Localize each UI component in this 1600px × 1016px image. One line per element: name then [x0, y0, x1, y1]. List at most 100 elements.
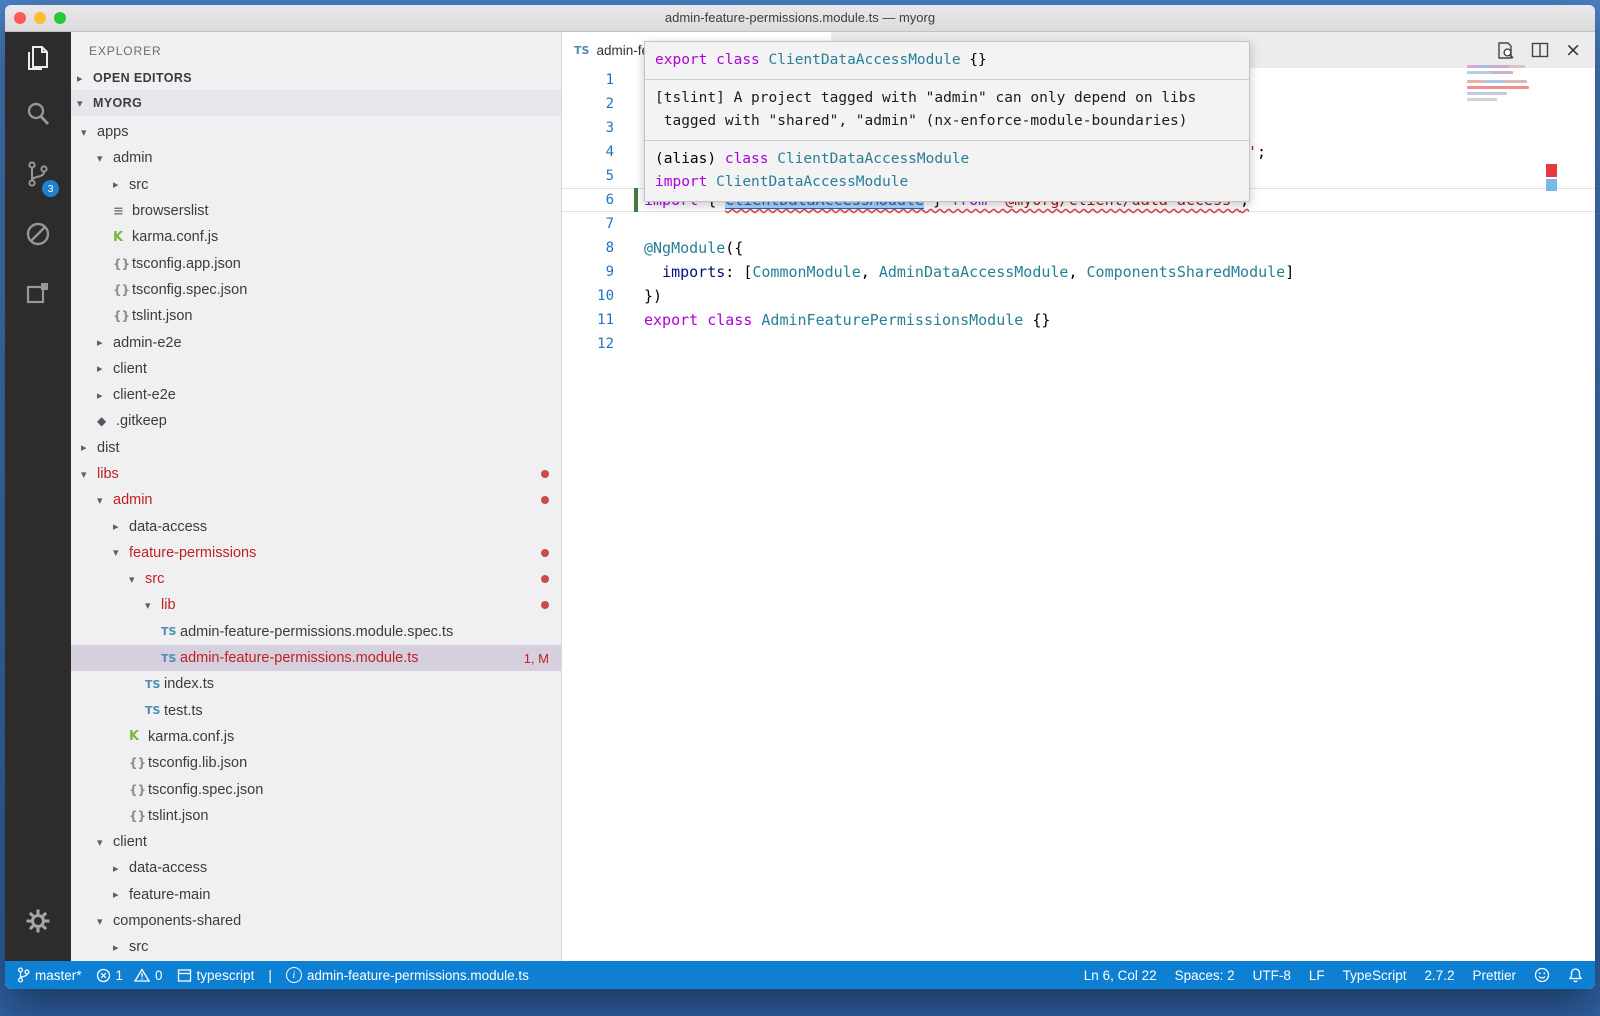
notifications-bell-icon[interactable]	[1568, 967, 1583, 983]
language-mode[interactable]: TypeScript	[1343, 968, 1407, 983]
code-token: })	[644, 287, 662, 305]
modified-dot-badge	[541, 575, 549, 583]
line-number: 6	[562, 188, 614, 212]
open-editors-section[interactable]: ▸ OPEN EDITORS	[71, 66, 561, 90]
close-window-button[interactable]	[14, 12, 26, 24]
tree-file-tslint.json[interactable]: {}tslint.json	[71, 803, 561, 829]
typescript-version[interactable]: 2.7.2	[1424, 968, 1454, 983]
zoom-window-button[interactable]	[54, 12, 66, 24]
tree-folder-admin[interactable]: ▾admin	[71, 487, 561, 513]
tree-file-admin-feature-permissions.module.spec.ts[interactable]: TSadmin-feature-permissions.module.spec.…	[71, 619, 561, 645]
json-file-icon: {}	[129, 756, 148, 770]
encoding-setting[interactable]: UTF-8	[1253, 968, 1291, 983]
chevron-right-icon: ▸	[81, 441, 97, 454]
modified-dot-badge	[541, 496, 549, 504]
error-icon	[96, 968, 111, 983]
tree-folder-feature-permissions[interactable]: ▾feature-permissions	[71, 540, 561, 566]
tree-folder-admin[interactable]: ▾admin	[71, 145, 561, 171]
search-icon[interactable]	[5, 84, 71, 144]
warning-count: 0	[155, 968, 163, 983]
close-editor-icon[interactable]: ×	[1565, 41, 1581, 60]
tree-folder-feature-main[interactable]: ▸feature-main	[71, 882, 561, 908]
ts-file-icon: TS	[161, 652, 180, 665]
code-token: export	[655, 52, 707, 68]
code-line-7[interactable]: 7	[562, 212, 1595, 236]
code-line-10[interactable]: 10})	[562, 284, 1595, 308]
indentation-setting[interactable]: Spaces: 2	[1175, 968, 1235, 983]
tree-folder-src[interactable]: ▸src	[71, 934, 561, 960]
tree-folder-libs[interactable]: ▾libs	[71, 461, 561, 487]
settings-gear-icon[interactable]	[5, 891, 71, 951]
eol-setting[interactable]: LF	[1309, 968, 1325, 983]
minimap[interactable]	[1467, 65, 1533, 104]
ts-file-icon: TS	[145, 704, 164, 717]
code-token: ,	[861, 263, 879, 281]
tree-file-browserslist[interactable]: ≡browserslist	[71, 198, 561, 224]
task-status-item[interactable]: typescript	[177, 968, 255, 983]
tree-file-index.ts[interactable]: TSindex.ts	[71, 671, 561, 697]
tree-item-label: data-access	[129, 519, 207, 535]
tree-folder-data-access[interactable]: ▸data-access	[71, 513, 561, 539]
chevron-right-icon: ▸	[113, 178, 129, 191]
tree-folder-src[interactable]: ▾src	[71, 566, 561, 592]
tree-folder-lib[interactable]: ▾lib	[71, 592, 561, 618]
problems-item[interactable]: 1 0	[96, 968, 163, 983]
tree-folder-apps[interactable]: ▾apps	[71, 119, 561, 145]
open-changes-icon[interactable]	[1496, 41, 1515, 60]
chevron-right-icon: ▸	[97, 389, 113, 402]
code-token: class	[725, 151, 769, 167]
tree-folder-admin-e2e[interactable]: ▸admin-e2e	[71, 329, 561, 355]
extensions-icon[interactable]	[5, 264, 71, 324]
tree-folder-client-e2e[interactable]: ▸client-e2e	[71, 382, 561, 408]
cursor-position[interactable]: Ln 6, Col 22	[1084, 968, 1157, 983]
tree-file-tsconfig.spec.json[interactable]: {}tsconfig.spec.json	[71, 776, 561, 802]
tree-file-tsconfig.app.json[interactable]: {}tsconfig.app.json	[71, 250, 561, 276]
line-number: 1	[562, 68, 614, 92]
code-token: ClientDataAccessModule	[777, 151, 969, 167]
tree-folder-client[interactable]: ▾client	[71, 829, 561, 855]
git-branch-item[interactable]: master*	[17, 967, 82, 983]
minimize-window-button[interactable]	[34, 12, 46, 24]
code-line-12[interactable]: 12	[562, 332, 1595, 356]
explorer-icon[interactable]	[5, 32, 71, 84]
chevron-down-icon: ▾	[145, 599, 161, 612]
tree-file-admin-feature-permissions.module.ts[interactable]: TSadmin-feature-permissions.module.ts1, …	[71, 645, 561, 671]
chevron-down-icon: ▾	[81, 126, 97, 139]
code-line-8[interactable]: 8 @NgModule({	[562, 236, 1595, 260]
split-editor-icon[interactable]	[1531, 41, 1549, 59]
hover-code-section: export class ClientDataAccessModule {}	[645, 42, 1249, 79]
tree-folder-client[interactable]: ▸client	[71, 356, 561, 382]
code-token: ;	[1257, 143, 1266, 161]
file-status-item[interactable]: admin-feature-permissions.module.ts	[286, 967, 529, 983]
warning-icon	[134, 968, 150, 982]
tree-folder-src[interactable]: ▸src	[71, 172, 561, 198]
tree-file-tslint.json[interactable]: {}tslint.json	[71, 303, 561, 329]
code-line-content: @NgModule({	[644, 236, 743, 260]
tree-file-karma.conf.js[interactable]: Kkarma.conf.js	[71, 724, 561, 750]
feedback-smiley-icon[interactable]	[1534, 967, 1550, 983]
source-control-icon[interactable]: 3	[5, 144, 71, 204]
code-line-9[interactable]: 9 imports: [CommonModule, AdminDataAcces…	[562, 260, 1595, 284]
tree-folder-dist[interactable]: ▸dist	[71, 435, 561, 461]
git-added-gutter-bar	[634, 188, 638, 212]
chevron-right-icon: ▸	[113, 520, 129, 533]
tree-file-tsconfig.lib.json[interactable]: {}tsconfig.lib.json	[71, 750, 561, 776]
debug-icon[interactable]	[5, 204, 71, 264]
formatter-label[interactable]: Prettier	[1472, 968, 1516, 983]
workspace-root-section[interactable]: ▾ MYORG	[71, 90, 561, 116]
code-token: AdminDataAccessModule	[879, 263, 1069, 281]
tree-folder-data-access[interactable]: ▸data-access	[71, 855, 561, 881]
tree-folder-components-shared[interactable]: ▾components-shared	[71, 908, 561, 934]
code-token: ComponentsSharedModule	[1087, 263, 1286, 281]
code-line-11[interactable]: 11export class AdminFeaturePermissionsMo…	[562, 308, 1595, 332]
status-bar: master* 1 0	[5, 961, 1595, 989]
tree-file-karma.conf.js[interactable]: Kkarma.conf.js	[71, 224, 561, 250]
chevron-down-icon: ▾	[113, 546, 129, 559]
line-number: 10	[562, 284, 614, 308]
code-token: ({	[725, 239, 743, 257]
minimap-line	[1467, 86, 1529, 89]
tree-file-.gitkeep[interactable]: ◆.gitkeep	[71, 408, 561, 434]
tree-file-tsconfig.spec.json[interactable]: {}tsconfig.spec.json	[71, 277, 561, 303]
tree-file-test.ts[interactable]: TStest.ts	[71, 698, 561, 724]
line-number: 8	[562, 236, 614, 260]
